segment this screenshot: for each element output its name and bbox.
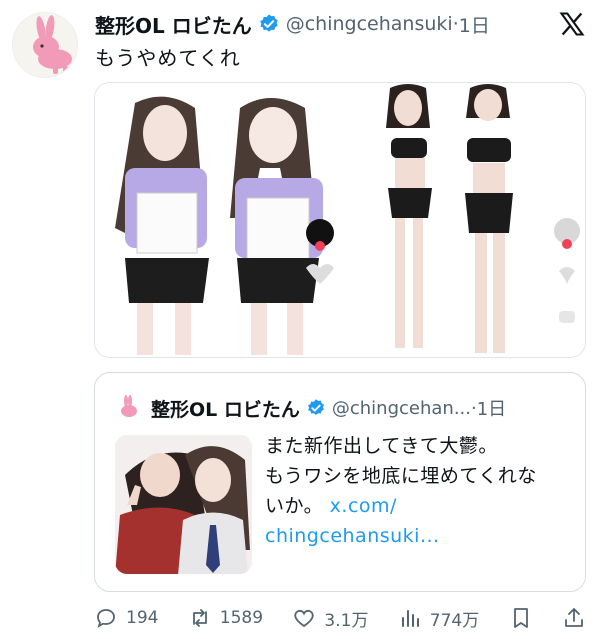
quote-avatar[interactable] — [115, 394, 143, 422]
quote-text-fragment: いか。 — [265, 495, 324, 517]
quote-link[interactable]: x.com/ — [330, 495, 397, 517]
bookmark-button[interactable] — [509, 606, 533, 630]
like-button[interactable]: 3.1万 — [292, 606, 368, 631]
quote-thumbnail[interactable] — [115, 435, 252, 574]
action-bar: 194 1589 3.1万 774万 — [94, 602, 586, 634]
author-avatar[interactable] — [12, 12, 78, 78]
verified-badge-icon — [307, 399, 324, 415]
quote-text: また新作出してきて大鬱。 もうワシを地底に埋めてくれな いか。 x.com/ c… — [265, 431, 575, 551]
retweet-icon — [192, 609, 207, 627]
quote-text-line: いか。 x.com/ — [265, 491, 575, 521]
author-handle[interactable]: @chingcehansuki — [286, 13, 453, 35]
quote-tweet[interactable]: 整形OL ロビたん @chingcehan... · 1日 また新作出してきて大… — [94, 372, 586, 592]
tweet-media[interactable] — [94, 82, 586, 358]
tweet-text: もうやめてくれ — [95, 46, 241, 70]
views-icon — [401, 610, 419, 627]
quote-author-name[interactable]: 整形OL ロビたん — [151, 395, 300, 422]
quote-illustration-image — [115, 435, 252, 574]
tweet-time[interactable]: 1日 — [459, 11, 490, 38]
views-button[interactable]: 774万 — [398, 606, 479, 631]
reply-button[interactable]: 194 — [94, 606, 158, 630]
retweet-count: 1589 — [219, 608, 264, 628]
rabbit-avatar-image — [13, 13, 77, 77]
quote-link-continued[interactable]: chingcehansuki... — [265, 521, 575, 551]
reply-count: 194 — [126, 608, 159, 628]
x-logo-icon[interactable] — [558, 10, 586, 38]
share-icon — [565, 608, 583, 627]
retweet-button[interactable]: 1589 — [188, 606, 263, 630]
author-name[interactable]: 整形OL ロビたん — [95, 10, 252, 39]
quote-text-line: また新作出してきて大鬱。 — [265, 435, 498, 457]
quote-header: 整形OL ロビたん @chingcehan... · 1日 — [115, 393, 575, 423]
illustration-image — [95, 83, 585, 357]
bookmark-icon — [513, 608, 528, 628]
quote-time[interactable]: 1日 — [477, 395, 506, 421]
quote-handle[interactable]: @chingcehan... — [332, 398, 471, 419]
tweet-header: 整形OL ロビたん @chingcehansuki · 1日 — [95, 10, 540, 38]
like-count: 3.1万 — [324, 610, 369, 631]
views-count: 774万 — [429, 610, 480, 631]
verified-badge-icon — [260, 14, 278, 32]
heart-icon — [294, 609, 315, 628]
quote-text-line: もうワシを地底に埋めてくれな — [265, 465, 537, 487]
share-button[interactable] — [562, 606, 586, 630]
reply-icon — [97, 609, 115, 628]
